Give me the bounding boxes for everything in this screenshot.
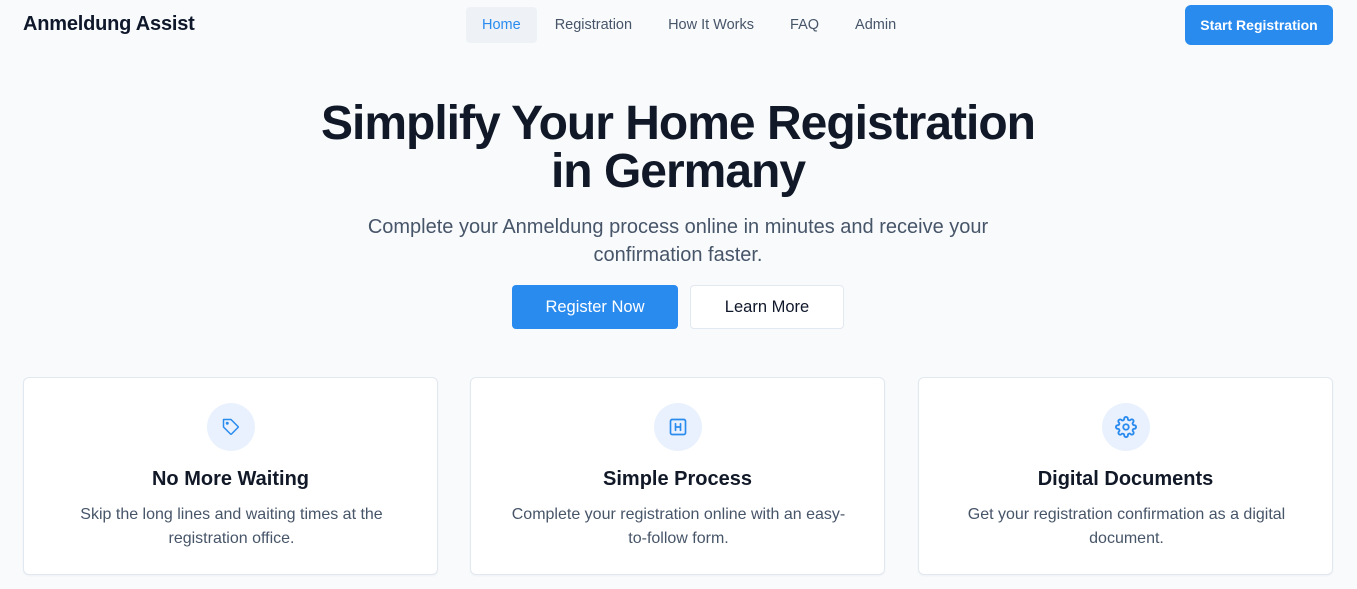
nav-home[interactable]: Home [466,7,537,43]
gear-icon [1102,403,1150,451]
feature-description-line-1: Complete your registration online with a… [511,506,846,523]
nav-how-it-works[interactable]: How It Works [650,7,772,43]
feature-description-line-1: Get your registration confirmation as a … [967,506,1286,523]
feature-description-line-1: Skip the long lines and waiting times at… [80,506,383,523]
feature-title: No More Waiting [151,468,310,490]
brand-logo[interactable]: Anmeldung Assist [23,13,195,36]
feature-description-line-2: to-follow form. [628,530,729,547]
hero-title-line-1: Simplify Your Home Registration [320,97,1036,150]
feature-card-simple-process: Simple Process Complete your registratio… [470,377,885,575]
learn-more-button[interactable]: Learn More [690,285,844,329]
hero-title: Simplify Your Home Registration in Germa… [178,100,1178,196]
top-navbar: Anmeldung Assist Home Registration How I… [0,0,1357,50]
form-icon [654,403,702,451]
main-nav: Home Registration How It Works FAQ Admin [466,7,914,43]
feature-card-digital-documents: Digital Documents Get your registration … [918,377,1333,575]
feature-description-line-2: document. [1089,530,1164,547]
start-registration-button[interactable]: Start Registration [1185,5,1333,45]
feature-title: Digital Documents [1037,468,1214,490]
feature-description-line-2: registration office. [168,530,295,547]
feature-description: Get your registration confirmation as a … [949,503,1304,551]
nav-admin[interactable]: Admin [837,7,914,43]
feature-description: Complete your registration online with a… [501,503,856,551]
feature-card-no-more-waiting: No More Waiting Skip the long lines and … [23,377,438,575]
hero-subtitle-line-2: confirmation faster. [593,244,763,266]
tag-icon [207,403,255,451]
hero-subtitle: Complete your Anmeldung process online i… [328,213,1028,269]
feature-title: Simple Process [603,468,752,490]
register-now-button[interactable]: Register Now [512,285,678,329]
page: Anmeldung Assist Home Registration How I… [0,0,1357,589]
nav-registration[interactable]: Registration [537,7,650,43]
hero-title-line-2: in Germany [550,145,806,198]
feature-description: Skip the long lines and waiting times at… [54,503,409,551]
nav-faq[interactable]: FAQ [772,7,837,43]
hero-subtitle-line-1: Complete your Anmeldung process online i… [367,216,989,238]
